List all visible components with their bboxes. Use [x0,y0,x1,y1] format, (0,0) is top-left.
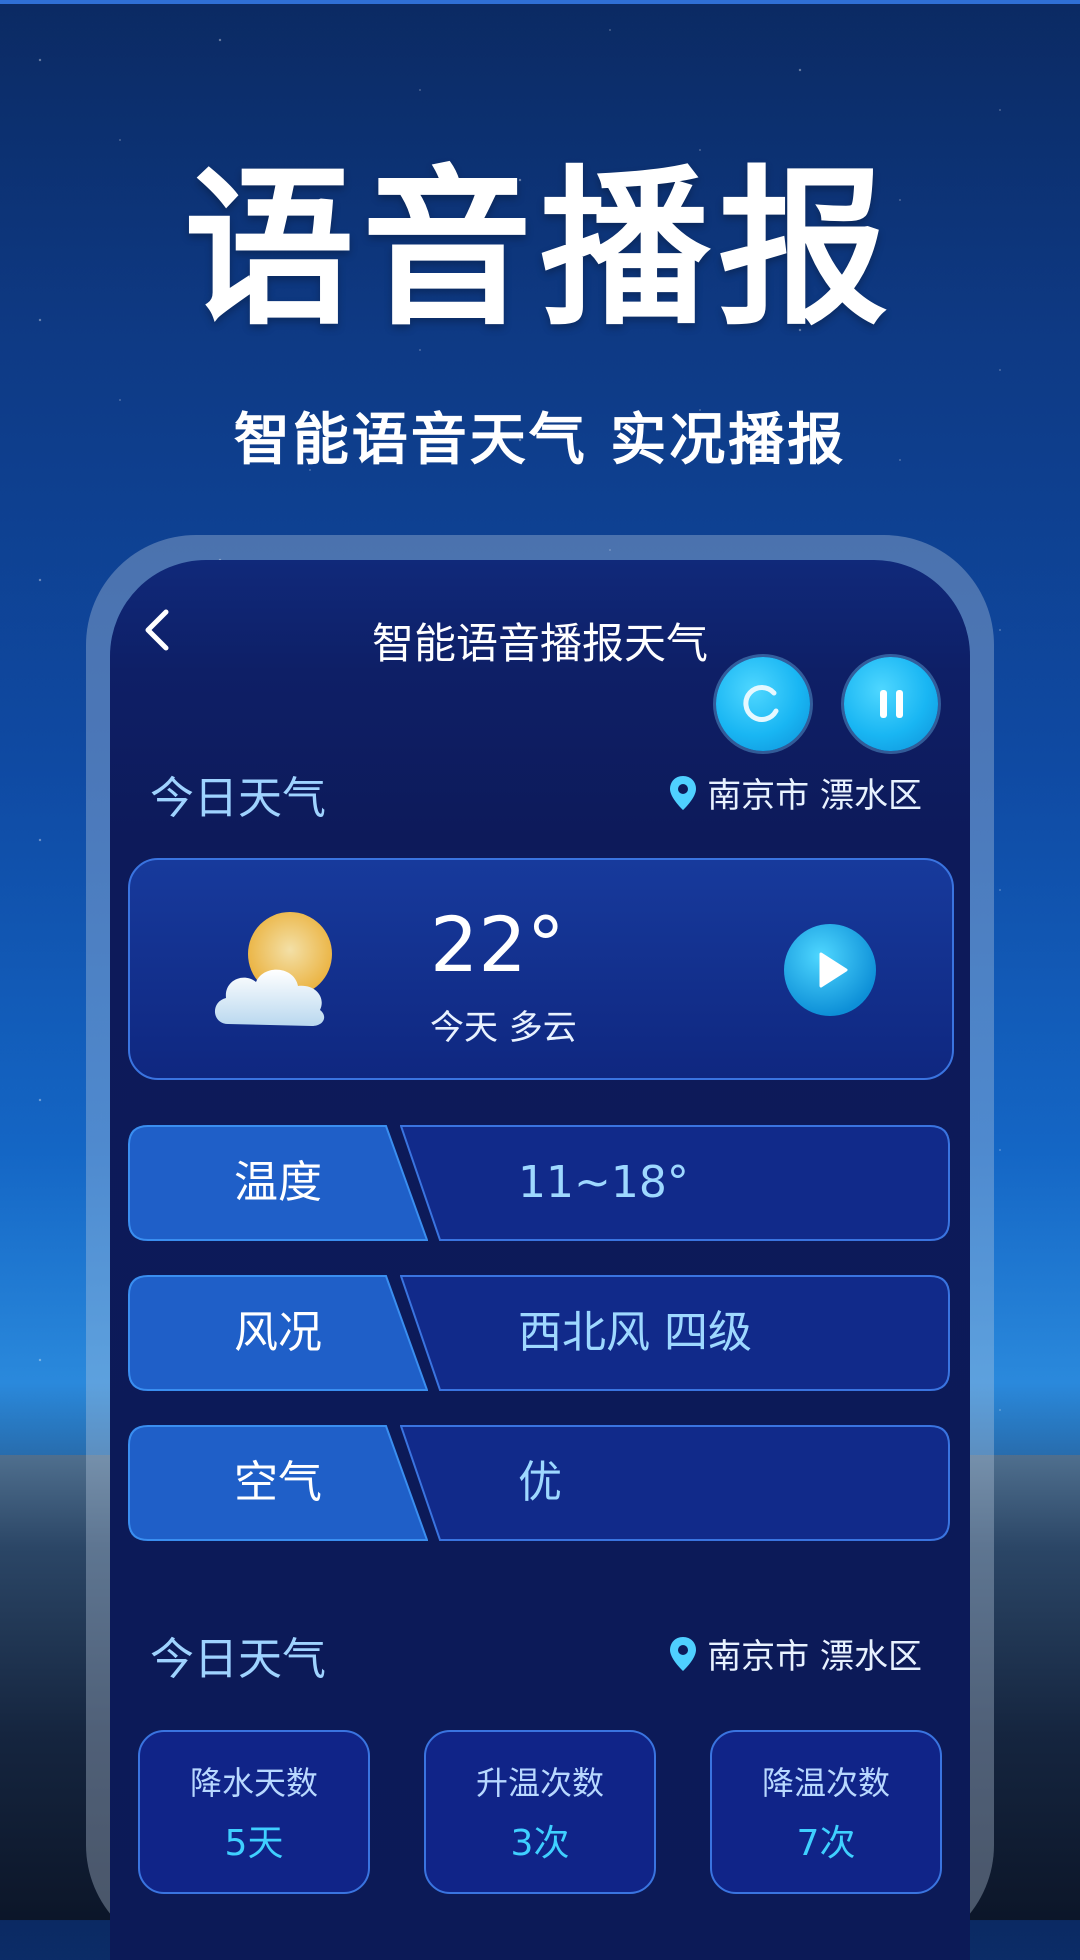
hero-title: 语音播报 [183,151,896,349]
stat-value: 5天 [224,1823,284,1864]
detail-label: 温度 [234,1157,322,1208]
current-condition: 今天 多云 [430,1008,577,1048]
location-label[interactable]: 南京市 漂水区 [669,1629,922,1678]
detail-value: 西北风 四级 [518,1307,752,1358]
hero-subtitle: 智能语音天气 实况播报 [233,408,847,473]
section-title: 今日天气 [150,1634,326,1685]
detail-label: 空气 [234,1457,322,1508]
detail-row-wind: 风况 西北风 四级 [128,1275,950,1391]
nav-bar: 智能语音播报天气 [110,560,970,670]
location-text: 南京市 漂水区 [707,1637,922,1677]
phone-screen: 智能语音播报天气 今日天气 南京市 漂水区 22° 今天 多云 温度 11~18… [110,560,970,1960]
detail-row-air: 空气 优 [128,1425,950,1541]
stats-header: 今日天气 南京市 漂水区 [110,1623,970,1685]
nav-title: 智能语音播报天气 [371,619,708,668]
stat-card-warming: 升温次数 3次 [424,1730,656,1894]
location-text: 南京市 漂水区 [707,776,922,816]
refresh-button[interactable] [716,657,810,751]
stat-label: 降温次数 [761,1764,890,1802]
location-label[interactable]: 南京市 漂水区 [669,768,922,817]
current-weather-card: 22° 今天 多云 [128,858,954,1080]
detail-row-temperature: 温度 11~18° [128,1125,950,1241]
detail-value: 优 [518,1457,562,1508]
stat-label: 升温次数 [475,1764,604,1802]
play-button[interactable] [782,922,878,1018]
top-accent-line [0,0,1080,4]
stat-value: 3次 [510,1823,570,1864]
stat-card-cooling: 降温次数 7次 [710,1730,942,1894]
refresh-icon [743,684,779,722]
current-temperature: 22° [430,900,565,989]
today-weather-header: 今日天气 南京市 漂水区 [110,762,970,824]
pause-icon [880,690,903,718]
stat-value: 7次 [796,1823,856,1864]
stat-card-precipitation: 降水天数 5天 [138,1730,370,1894]
detail-label: 风况 [234,1307,322,1358]
pause-button[interactable] [844,657,938,751]
section-title: 今日天气 [150,773,326,824]
location-pin-icon [670,1636,697,1671]
value-box [400,1425,950,1541]
stat-label: 降水天数 [189,1764,318,1802]
cloud-sun-icon [214,912,332,1026]
location-pin-icon [670,775,697,810]
detail-value: 11~18° [518,1157,689,1208]
